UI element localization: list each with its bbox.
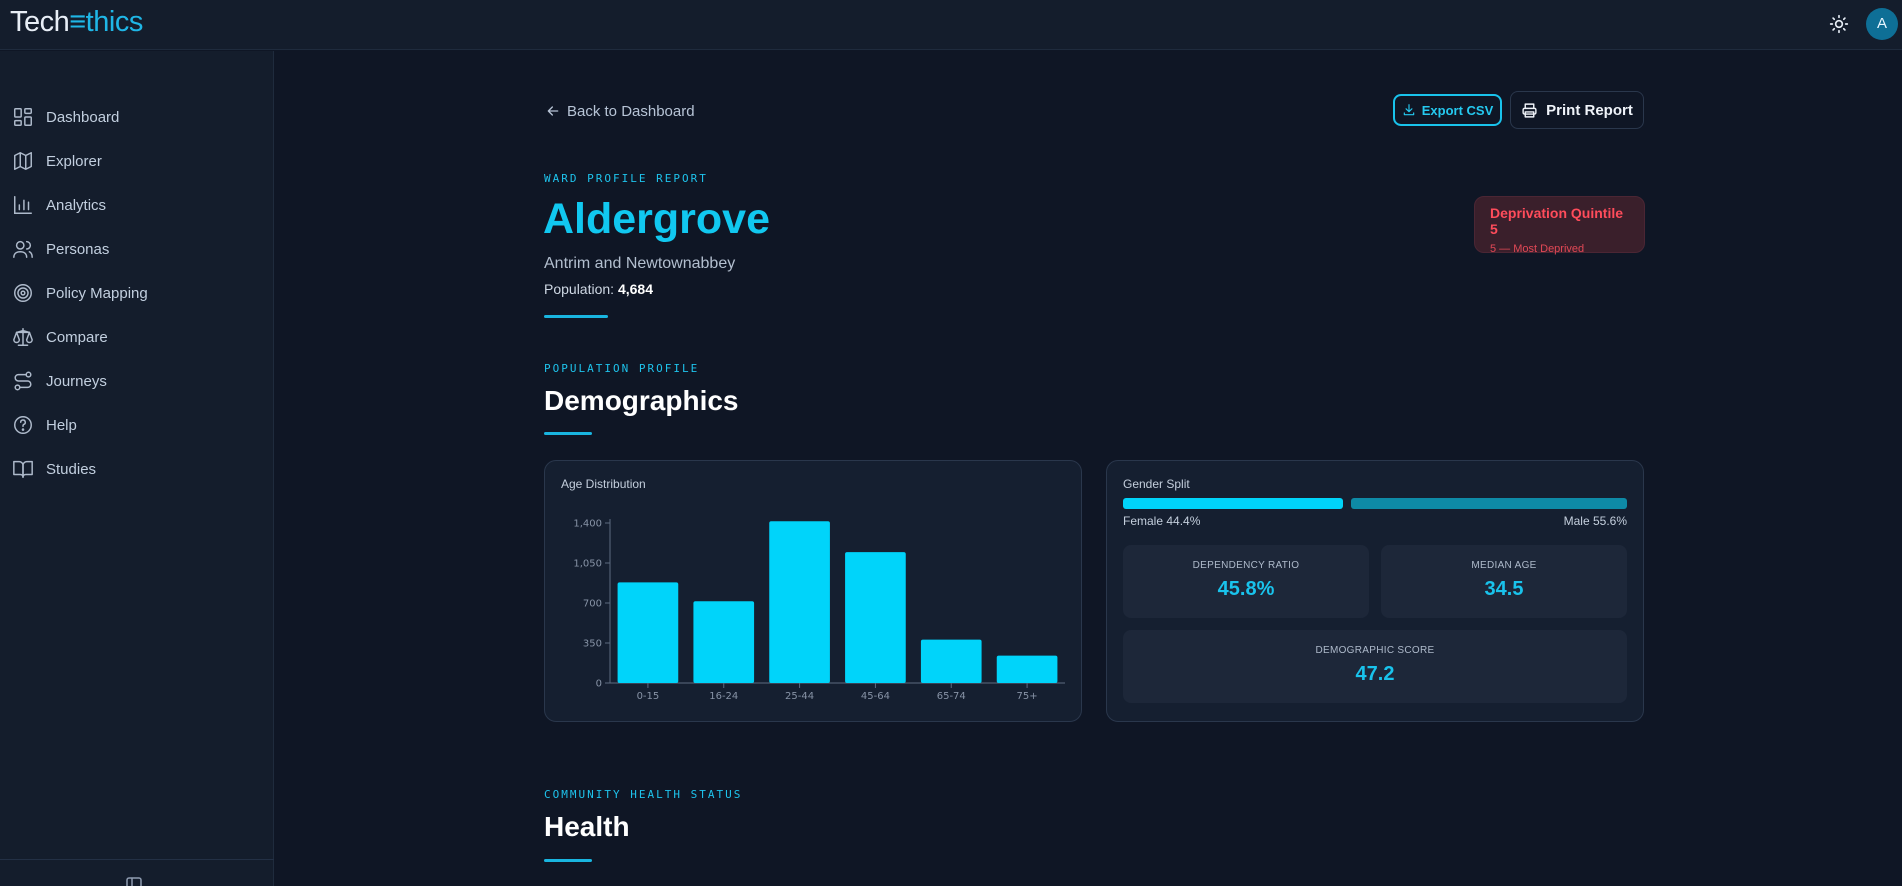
x-tick-label: 75+ (1017, 691, 1038, 702)
sidebar-item-studies[interactable]: Studies (12, 455, 262, 483)
age-bar (769, 521, 830, 683)
age-bar (845, 552, 906, 683)
male-share-label: Male 55.6% (1563, 514, 1627, 528)
x-tick-label: 16-24 (709, 691, 738, 702)
back-to-dashboard-link[interactable]: Back to Dashboard (545, 101, 695, 121)
sidebar-item-policy-mapping[interactable]: Policy Mapping (12, 279, 262, 307)
demographic-score-value: 47.2 (1355, 663, 1395, 685)
y-tick-label: 350 (583, 639, 602, 650)
population-value: 4,684 (617, 281, 653, 297)
x-tick-label: 25-44 (785, 691, 814, 702)
bar-chart-icon (14, 196, 32, 214)
sidebar-item-compare[interactable]: Compare (12, 323, 262, 351)
female-share-label: Female 44.4% (1123, 514, 1201, 528)
ward-name-title: Aldergrove (543, 195, 771, 243)
quintile-title: Deprivation Quintile 5 (1490, 205, 1624, 237)
y-tick-label: 1,050 (573, 559, 602, 570)
scale-icon (13, 328, 33, 346)
demographics-title: Demographics (544, 385, 739, 416)
health-accent (544, 859, 592, 862)
demographics-accent (544, 432, 592, 435)
sidebar-item-label: Journeys (46, 372, 107, 390)
male-share-bar (1351, 498, 1627, 509)
users-icon (13, 240, 33, 258)
sidebar-item-label: Policy Mapping (46, 284, 148, 302)
export-csv-button[interactable]: Export CSV (1393, 94, 1502, 126)
ward-profile-eyebrow: WARD PROFILE REPORT (544, 172, 708, 185)
age-distribution-title: Age Distribution (561, 477, 646, 491)
sidebar-item-label: Studies (46, 460, 97, 478)
gender-split-title: Gender Split (1123, 477, 1190, 491)
download-icon (1403, 104, 1414, 116)
female-share-bar (1123, 498, 1343, 509)
printer-icon (1522, 102, 1537, 118)
health-eyebrow: COMMUNITY HEALTH STATUS (544, 788, 743, 801)
book-open-icon (13, 460, 33, 478)
age-bar (693, 601, 755, 683)
dependency-ratio-value: 45.8% (1217, 578, 1275, 600)
x-tick-label: 0-15 (637, 691, 660, 702)
median-age-value: 34.5 (1484, 578, 1524, 600)
median-age-stat: MEDIAN AGE 34.5 (1381, 545, 1627, 618)
sidebar-item-personas[interactable]: Personas (12, 235, 262, 263)
demographic-score-label: DEMOGRAPHIC SCORE (1315, 645, 1435, 656)
age-distribution-chart: 0 350 700 1,050 1,400 0-15 16-24 25-44 45-64 65-7… (573, 519, 1065, 702)
print-report-label: Print Report (1546, 101, 1633, 119)
x-tick-label: 65-74 (937, 691, 966, 702)
user-avatar[interactable]: A (1866, 8, 1898, 40)
age-bar (996, 655, 1058, 683)
logo-text-tech: Tech (10, 6, 70, 38)
dependency-ratio-label: DEPENDENCY RATIO (1192, 560, 1300, 571)
ward-council-name: Antrim and Newtownabbey (544, 255, 736, 272)
export-csv-label: Export CSV (1421, 102, 1494, 118)
target-icon (14, 284, 32, 302)
demographics-eyebrow: POPULATION PROFILE (544, 362, 700, 375)
x-tick-label: 45-64 (861, 691, 890, 702)
median-age-label: MEDIAN AGE (1471, 560, 1537, 571)
health-title: Health (544, 811, 630, 842)
sidebar-item-analytics[interactable]: Analytics (12, 191, 262, 219)
ward-population: Population: 4,684 (544, 281, 653, 297)
population-label: Population: (544, 281, 615, 297)
top-bar: Tech≡thics A (0, 0, 1902, 50)
print-report-button[interactable]: Print Report (1510, 91, 1644, 129)
sidebar: Dashboard Explorer Analytics Personas Po… (0, 51, 274, 886)
ward-title-accent (544, 315, 608, 318)
age-distribution-card: Age Distribution 0 350 700 1,050 1,400 0-15 16… (544, 460, 1082, 722)
y-tick-label: 0 (596, 679, 602, 690)
back-link-label: Back to Dashboard (567, 102, 695, 120)
y-tick-label: 1,400 (573, 519, 602, 530)
sidebar-item-label: Help (46, 416, 77, 434)
sidebar-item-explorer[interactable]: Explorer (12, 147, 262, 175)
age-bar (617, 582, 679, 683)
sidebar-item-label: Personas (46, 240, 110, 258)
sidebar-item-label: Compare (46, 328, 108, 346)
dashboard-icon (14, 108, 32, 126)
app-logo[interactable]: Tech≡thics (10, 6, 143, 38)
logo-text-ethics: ≡thics (69, 6, 143, 38)
dependency-ratio-stat: DEPENDENCY RATIO 45.8% (1123, 545, 1369, 618)
sidebar-item-label: Analytics (46, 196, 107, 214)
sidebar-divider (0, 859, 274, 860)
y-tick-label: 700 (583, 599, 602, 610)
gender-split-card: Gender Split Female 44.4% Male 55.6% DEP… (1106, 460, 1644, 722)
sidebar-item-journeys[interactable]: Journeys (12, 367, 262, 395)
arrow-left-icon (547, 106, 559, 116)
quintile-subtitle: 5 — Most Deprived (1490, 243, 1585, 255)
main-content: Back to Dashboard Export CSV Print Repor… (275, 51, 1902, 886)
age-bar (920, 639, 982, 683)
sidebar-item-dashboard[interactable]: Dashboard (12, 103, 262, 131)
sidebar-item-label: Dashboard (46, 108, 120, 126)
sidebar-collapse-icon[interactable] (126, 877, 142, 886)
help-circle-icon (14, 416, 32, 434)
sidebar-item-help[interactable]: Help (12, 411, 262, 439)
sidebar-item-label: Explorer (46, 152, 102, 170)
theme-toggle-sun-icon[interactable] (1829, 14, 1849, 34)
demographic-score-stat: DEMOGRAPHIC SCORE 47.2 (1123, 630, 1627, 703)
map-icon (14, 152, 32, 170)
route-icon (14, 371, 32, 391)
deprivation-quintile-badge: Deprivation Quintile 5 5 — Most Deprived (1474, 196, 1645, 255)
